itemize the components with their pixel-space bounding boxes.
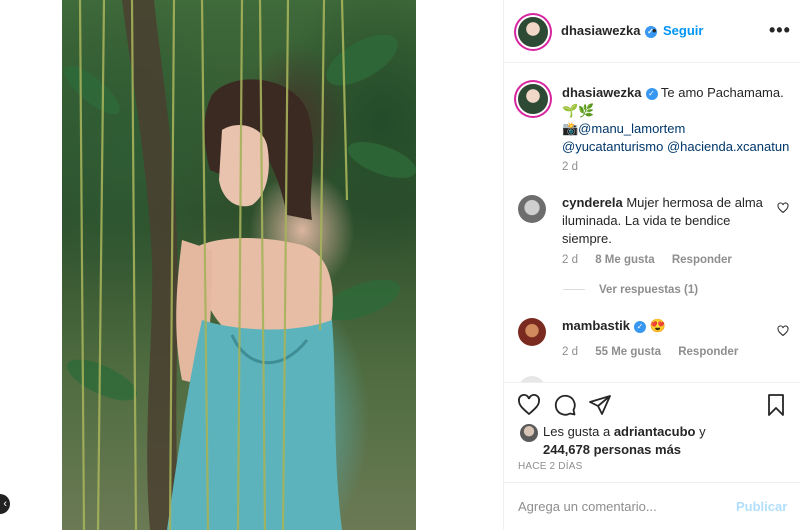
caption-avatar[interactable] (518, 84, 548, 114)
post-header: dhasiawezka ✓ • Seguir ••• (504, 0, 800, 63)
comment-time[interactable]: 2 d (562, 346, 578, 358)
view-replies[interactable]: Ver respuestas (1) (563, 284, 698, 296)
header-separator: • (652, 23, 657, 38)
author-username[interactable]: dhasiawezka ✓ (561, 23, 657, 38)
liker-username[interactable]: adriantacubo (614, 424, 696, 439)
comment-text: 😍 (649, 318, 666, 333)
follow-button[interactable]: Seguir (663, 23, 703, 38)
caption-mention-places[interactable]: @yucatanturismo @hacienda.xcanatun (562, 139, 789, 154)
caption-username[interactable]: dhasiawezka (562, 85, 642, 100)
liker-avatar[interactable] (520, 424, 538, 442)
comment-avatar[interactable] (518, 318, 546, 346)
comment-meta: 2 d 55 Me gusta Responder (562, 346, 752, 358)
previous-arrow-icon[interactable]: ‹ (0, 494, 10, 514)
comment-like-icon[interactable] (777, 325, 789, 337)
caption-emoji: 🌱🌿 (562, 103, 595, 118)
add-comment-input[interactable]: Agrega un comentario... (518, 499, 657, 514)
comment-likes[interactable]: 55 Me gusta (595, 346, 661, 358)
caption-meta: 2 d (562, 161, 592, 173)
comment-likes[interactable]: 8 Me gusta (595, 254, 654, 266)
replies-divider (563, 289, 585, 291)
save-bookmark-icon[interactable] (764, 393, 788, 417)
likes-prefix: Les gusta a (543, 424, 614, 439)
comment-username[interactable]: mambastik (562, 318, 630, 333)
verified-badge-icon: ✓ (645, 87, 658, 100)
caption: dhasiawezka ✓ Te amo Pachamama. 🌱🌿 📸@manu… (562, 84, 792, 156)
post-photo-art (64, 0, 416, 530)
comments-list[interactable]: dhasiawezka ✓ Te amo Pachamama. 🌱🌿 📸@manu… (504, 64, 800, 382)
author-avatar[interactable] (518, 17, 548, 47)
comment-body: cynderela Mujer hermosa de alma iluminad… (562, 194, 772, 248)
caption-mention-photographer[interactable]: 📸@manu_lamortem (562, 121, 685, 136)
comment-like-icon[interactable] (777, 202, 789, 214)
comment-time[interactable]: 2 d (562, 254, 578, 266)
post-time[interactable]: HACE 2 DÍAS (518, 461, 582, 472)
post-actions: Les gusta a adriantacubo y 244,678 perso… (504, 382, 800, 482)
post-sidebar: dhasiawezka ✓ • Seguir ••• dhasiawezka ✓ T… (503, 0, 800, 530)
comment-meta: 2 d 8 Me gusta Responder (562, 254, 746, 266)
verified-badge-icon: ✓ (633, 320, 646, 333)
post-photo[interactable] (62, 0, 416, 530)
comment-body: mambastik ✓ 😍 (562, 317, 772, 335)
likes-summary: Les gusta a adriantacubo y 244,678 perso… (543, 423, 706, 459)
caption-time[interactable]: 2 d (562, 161, 578, 173)
publish-button[interactable]: Publicar (736, 499, 787, 514)
reply-button[interactable]: Responder (678, 346, 738, 358)
more-options-icon[interactable]: ••• (769, 20, 791, 41)
likes-count[interactable]: 244,678 personas más (543, 442, 681, 457)
comment-avatar[interactable] (518, 195, 546, 223)
comment-username[interactable]: cynderela (562, 195, 623, 210)
add-comment-bar: Agrega un comentario... Publicar (504, 482, 800, 530)
comment-icon[interactable] (553, 393, 577, 417)
caption-text: Te amo Pachamama. (660, 85, 784, 100)
like-heart-icon[interactable] (517, 393, 541, 417)
view-replies-label[interactable]: Ver respuestas (1) (599, 284, 698, 296)
reply-button[interactable]: Responder (672, 254, 732, 266)
likes-suffix: y (695, 424, 706, 439)
share-icon[interactable] (588, 393, 612, 417)
